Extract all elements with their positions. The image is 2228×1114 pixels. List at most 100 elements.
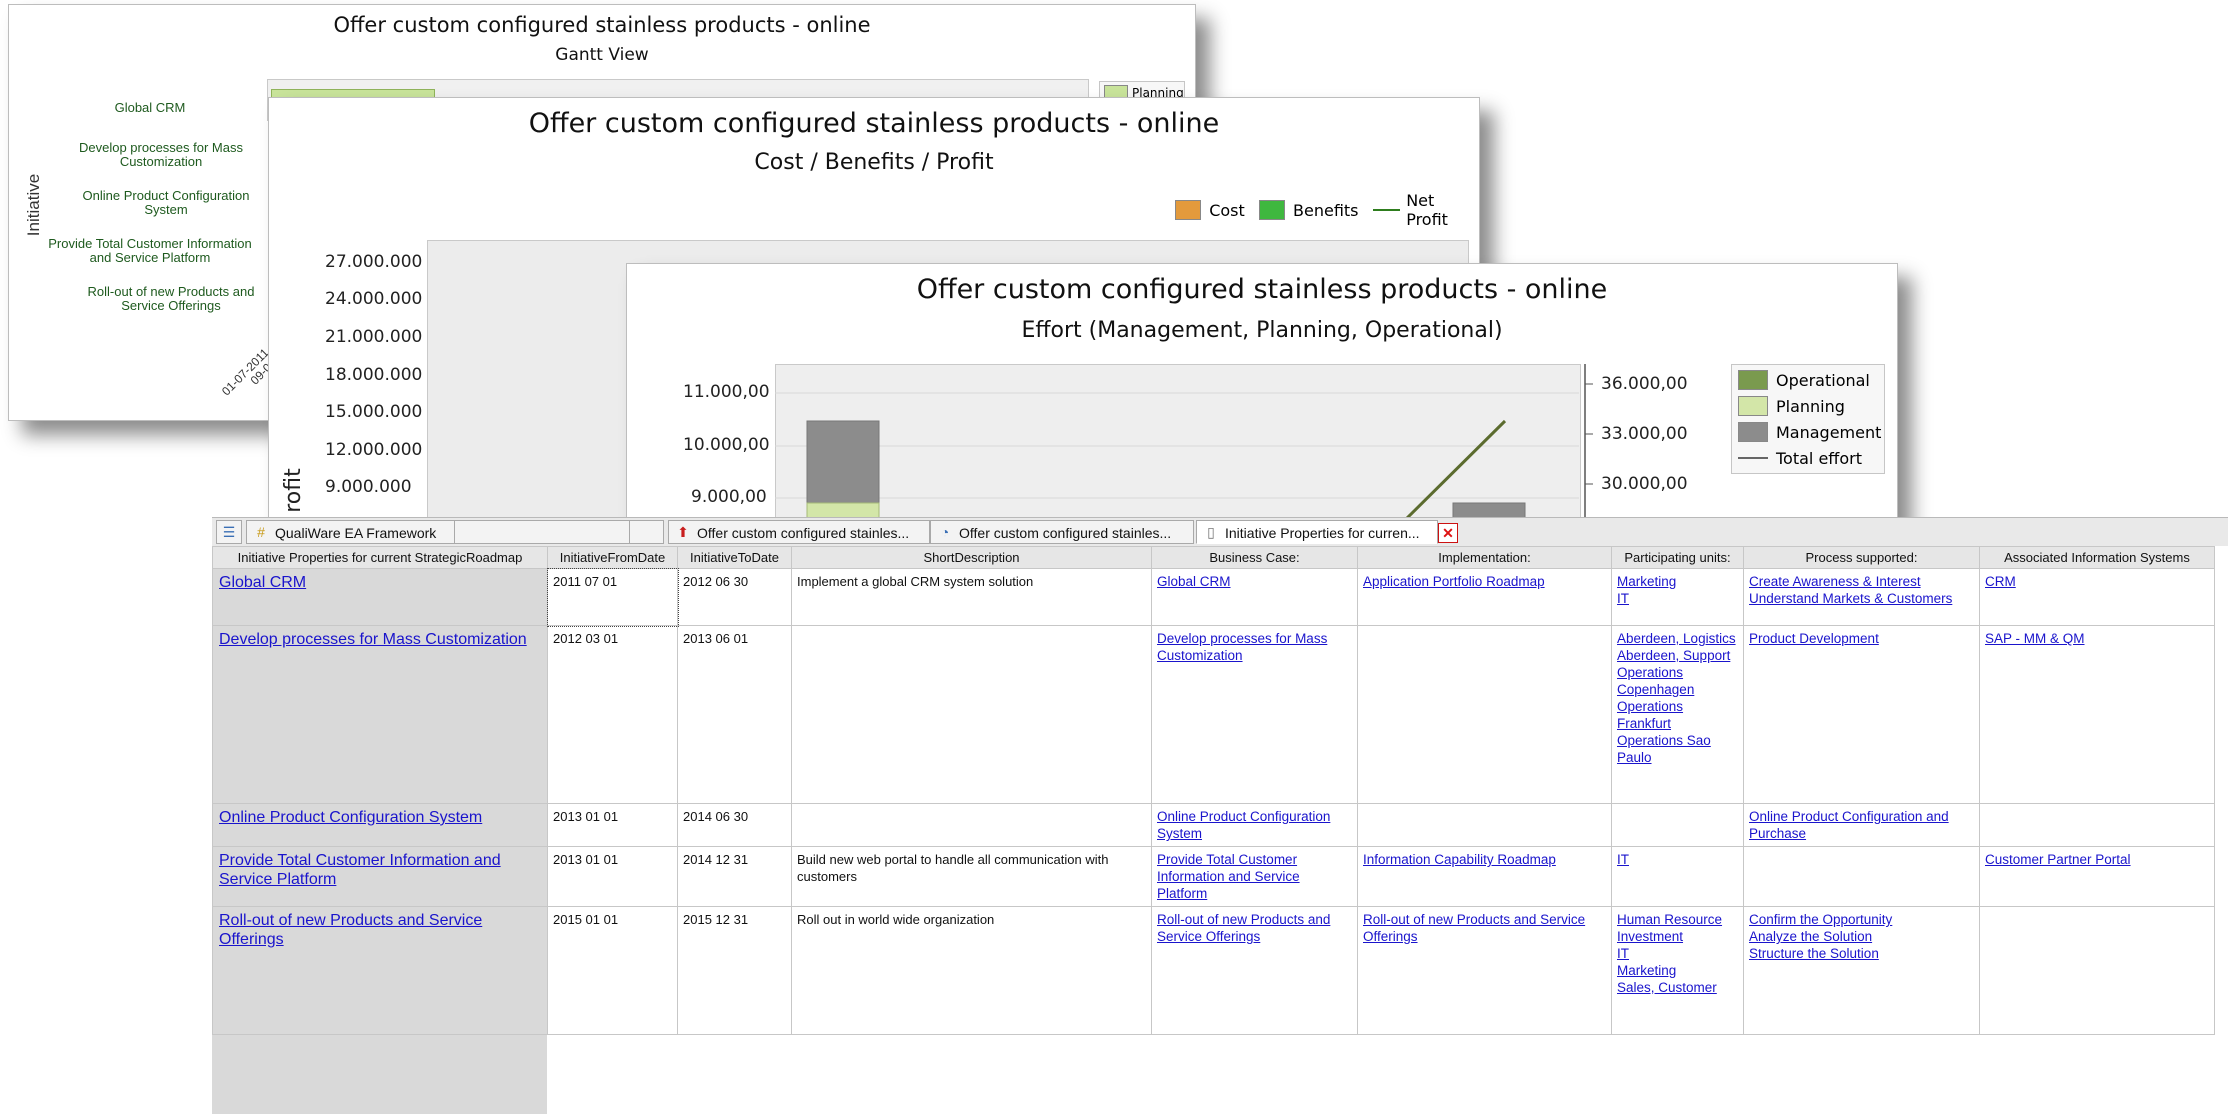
initiative-name-cell[interactable]: Provide Total Customer Information and S…	[212, 846, 548, 907]
information-systems-cell[interactable]	[1979, 906, 2215, 1035]
initiative-name-cell[interactable]: Roll-out of new Products and Service Off…	[212, 906, 548, 1035]
tab-label: Initiative Properties for curren...	[1225, 525, 1420, 541]
cost-y-tick: 18.000.000	[325, 365, 423, 385]
information-systems-cell[interactable]	[1979, 803, 2215, 847]
to-date-cell: 2014 06 30	[677, 803, 792, 847]
business-case-cell-text[interactable]: Online Product Configuration System	[1157, 808, 1352, 842]
business-case-cell-text[interactable]: Global CRM	[1157, 573, 1352, 590]
information-systems-cell[interactable]: Customer Partner Portal	[1979, 846, 2215, 907]
column-header[interactable]: Process supported:	[1743, 546, 1980, 569]
participating-units-cell-text[interactable]: Investment	[1617, 928, 1738, 945]
participating-units-cell[interactable]: Human Resource Investment IT Marketing Sales…	[1611, 906, 1744, 1035]
participating-units-cell[interactable]: IT	[1611, 846, 1744, 907]
process-supported-cell[interactable]: Online Product Configuration and Purchas…	[1743, 803, 1980, 847]
column-header[interactable]: ShortDescription	[791, 546, 1152, 569]
participating-units-cell-text[interactable]: Marketing	[1617, 962, 1738, 979]
tab-initiative-properties[interactable]: ▯ Initiative Properties for curren...	[1196, 520, 1438, 544]
column-header[interactable]: Initiative Properties for current Strate…	[212, 546, 548, 569]
close-icon: ✕	[1442, 525, 1454, 541]
information-systems-cell-text[interactable]: CRM	[1985, 573, 2209, 590]
column-header[interactable]: InitiativeFromDate	[547, 546, 678, 569]
to-date-cell: 2014 12 31	[677, 846, 792, 907]
business-case-cell-text[interactable]: Roll-out of new Products and Service Off…	[1157, 911, 1352, 945]
initiative-name-cell-text[interactable]: Global CRM	[219, 573, 541, 592]
information-systems-cell-text[interactable]: SAP - MM & QM	[1985, 630, 2209, 647]
business-case-cell-text[interactable]: Develop processes for Mass Customization	[1157, 630, 1352, 664]
business-case-cell[interactable]: Global CRM	[1151, 568, 1358, 626]
process-supported-cell[interactable]: Confirm the Opportunity Analyze the Solut…	[1743, 906, 1980, 1035]
business-case-cell[interactable]: Develop processes for Mass Customization	[1151, 625, 1358, 804]
process-supported-cell[interactable]	[1743, 846, 1980, 907]
document-tab-bar: ☰ # QualiWare EA Framework ⬆ Offer custo…	[212, 517, 2228, 548]
column-header[interactable]: InitiativeToDate	[677, 546, 792, 569]
participating-units-cell-text[interactable]: IT	[1617, 590, 1738, 607]
participating-units-cell-text[interactable]: Aberdeen, Logistics	[1617, 630, 1738, 647]
implementation-cell[interactable]: Information Capability Roadmap	[1357, 846, 1612, 907]
grid-icon: #	[257, 524, 265, 540]
business-case-cell[interactable]: Online Product Configuration System	[1151, 803, 1358, 847]
participating-units-cell-text[interactable]: Aberdeen, Support Operations	[1617, 647, 1738, 681]
initiative-name-cell-text[interactable]: Roll-out of new Products and Service Off…	[219, 911, 541, 949]
participating-units-cell-text[interactable]: Copenhagen Operations	[1617, 681, 1738, 715]
process-supported-cell-text[interactable]: Analyze the Solution	[1749, 928, 1974, 945]
participating-units-cell-text[interactable]: Marketing	[1617, 573, 1738, 590]
initiative-name-cell[interactable]: Global CRM	[212, 568, 548, 626]
process-supported-cell-text[interactable]: Product Development	[1749, 630, 1974, 647]
participating-units-cell[interactable]: Aberdeen, Logistics Aberdeen, Support Ope…	[1611, 625, 1744, 804]
process-supported-cell[interactable]: Create Awareness & Interest Understand Ma…	[1743, 568, 1980, 626]
implementation-cell[interactable]: Roll-out of new Products and Service Off…	[1357, 906, 1612, 1035]
column-header[interactable]: Associated Information Systems	[1979, 546, 2215, 569]
information-systems-cell-text[interactable]: Customer Partner Portal	[1985, 851, 2209, 868]
to-date-cell: 2013 06 01	[677, 625, 792, 804]
information-systems-cell[interactable]: SAP - MM & QM	[1979, 625, 2215, 804]
column-header[interactable]: Business Case:	[1151, 546, 1358, 569]
initiative-properties-table: Initiative Properties for current Strate…	[212, 546, 2215, 1035]
column-header[interactable]: Implementation:	[1357, 546, 1612, 569]
participating-units-cell[interactable]: Marketing IT	[1611, 568, 1744, 626]
management-bar-1	[806, 420, 880, 504]
information-systems-cell[interactable]: CRM	[1979, 568, 2215, 626]
business-case-cell-text[interactable]: Provide Total Customer Information and S…	[1157, 851, 1352, 902]
effort-left-tick: 10.000,00	[683, 435, 770, 455]
process-supported-cell-text[interactable]: Understand Markets & Customers	[1749, 590, 1974, 607]
process-supported-cell-text[interactable]: Online Product Configuration and Purchas…	[1749, 808, 1974, 842]
process-supported-cell-text[interactable]: Structure the Solution	[1749, 945, 1974, 962]
participating-units-cell-text[interactable]: IT	[1617, 851, 1738, 868]
process-supported-cell-text[interactable]: Create Awareness & Interest	[1749, 573, 1974, 590]
tab-list-view[interactable]: ☰	[216, 520, 242, 544]
implementation-cell[interactable]	[1357, 625, 1612, 804]
initiative-name-cell[interactable]: Develop processes for Mass Customization	[212, 625, 548, 804]
participating-units-cell[interactable]	[1611, 803, 1744, 847]
initiative-name-cell-text[interactable]: Provide Total Customer Information and S…	[219, 851, 541, 889]
to-date-cell: 2015 12 31	[677, 906, 792, 1035]
participating-units-cell-text[interactable]: IT	[1617, 945, 1738, 962]
initiative-name-cell-text[interactable]: Online Product Configuration System	[219, 808, 541, 827]
implementation-cell[interactable]: Application Portfolio Roadmap	[1357, 568, 1612, 626]
participating-units-cell-text[interactable]: Sales, Customer	[1617, 979, 1738, 996]
participating-units-cell-text[interactable]: Human Resource	[1617, 911, 1738, 928]
from-date-cell-text: 2012 03 01	[553, 631, 619, 646]
tab-label: Offer custom configured stainles...	[697, 525, 910, 541]
implementation-cell-text[interactable]: Information Capability Roadmap	[1363, 851, 1606, 868]
to-date-cell-text: 2014 12 31	[683, 852, 749, 867]
cost-y-axis-label: rofit	[280, 468, 306, 513]
business-case-cell[interactable]: Provide Total Customer Information and S…	[1151, 846, 1358, 907]
legend-swatch	[1738, 422, 1768, 442]
initiative-name-cell[interactable]: Online Product Configuration System	[212, 803, 548, 847]
tab-gantt-chart[interactable]: ⬆ Offer custom configured stainles...	[668, 520, 930, 544]
process-supported-cell-text[interactable]: Confirm the Opportunity	[1749, 911, 1974, 928]
implementation-cell-text[interactable]: Application Portfolio Roadmap	[1363, 573, 1606, 590]
table-header-row: Initiative Properties for current Strate…	[212, 546, 2215, 569]
process-supported-cell[interactable]: Product Development	[1743, 625, 1980, 804]
initiative-name-cell-text[interactable]: Develop processes for Mass Customization	[219, 630, 541, 649]
implementation-cell[interactable]	[1357, 803, 1612, 847]
column-header[interactable]: Participating units:	[1611, 546, 1744, 569]
close-tab-button[interactable]: ✕	[1438, 523, 1458, 543]
participating-units-cell-text[interactable]: Frankfurt Operations Sao Paulo	[1617, 715, 1738, 766]
tab-effort-chart[interactable]: ◔ Offer custom configured stainles...	[930, 520, 1194, 544]
business-case-cell[interactable]: Roll-out of new Products and Service Off…	[1151, 906, 1358, 1035]
tab-cost-chart[interactable]	[454, 520, 630, 544]
effort-legend-row: Planning	[1732, 393, 1884, 419]
from-date-cell: 2013 01 01	[547, 846, 678, 907]
implementation-cell-text[interactable]: Roll-out of new Products and Service Off…	[1363, 911, 1606, 945]
